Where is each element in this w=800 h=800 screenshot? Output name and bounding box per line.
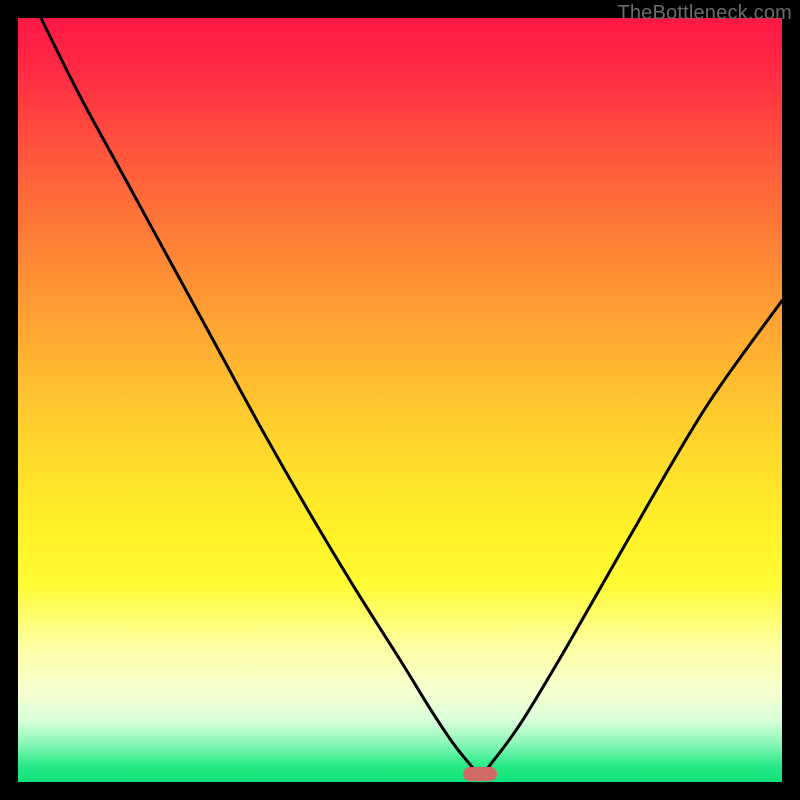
watermark-text: TheBottleneck.com xyxy=(617,2,792,25)
chart-frame: TheBottleneck.com xyxy=(0,0,800,800)
optimal-marker xyxy=(463,767,497,781)
bottleneck-curve xyxy=(18,18,782,782)
plot-area xyxy=(18,18,782,782)
